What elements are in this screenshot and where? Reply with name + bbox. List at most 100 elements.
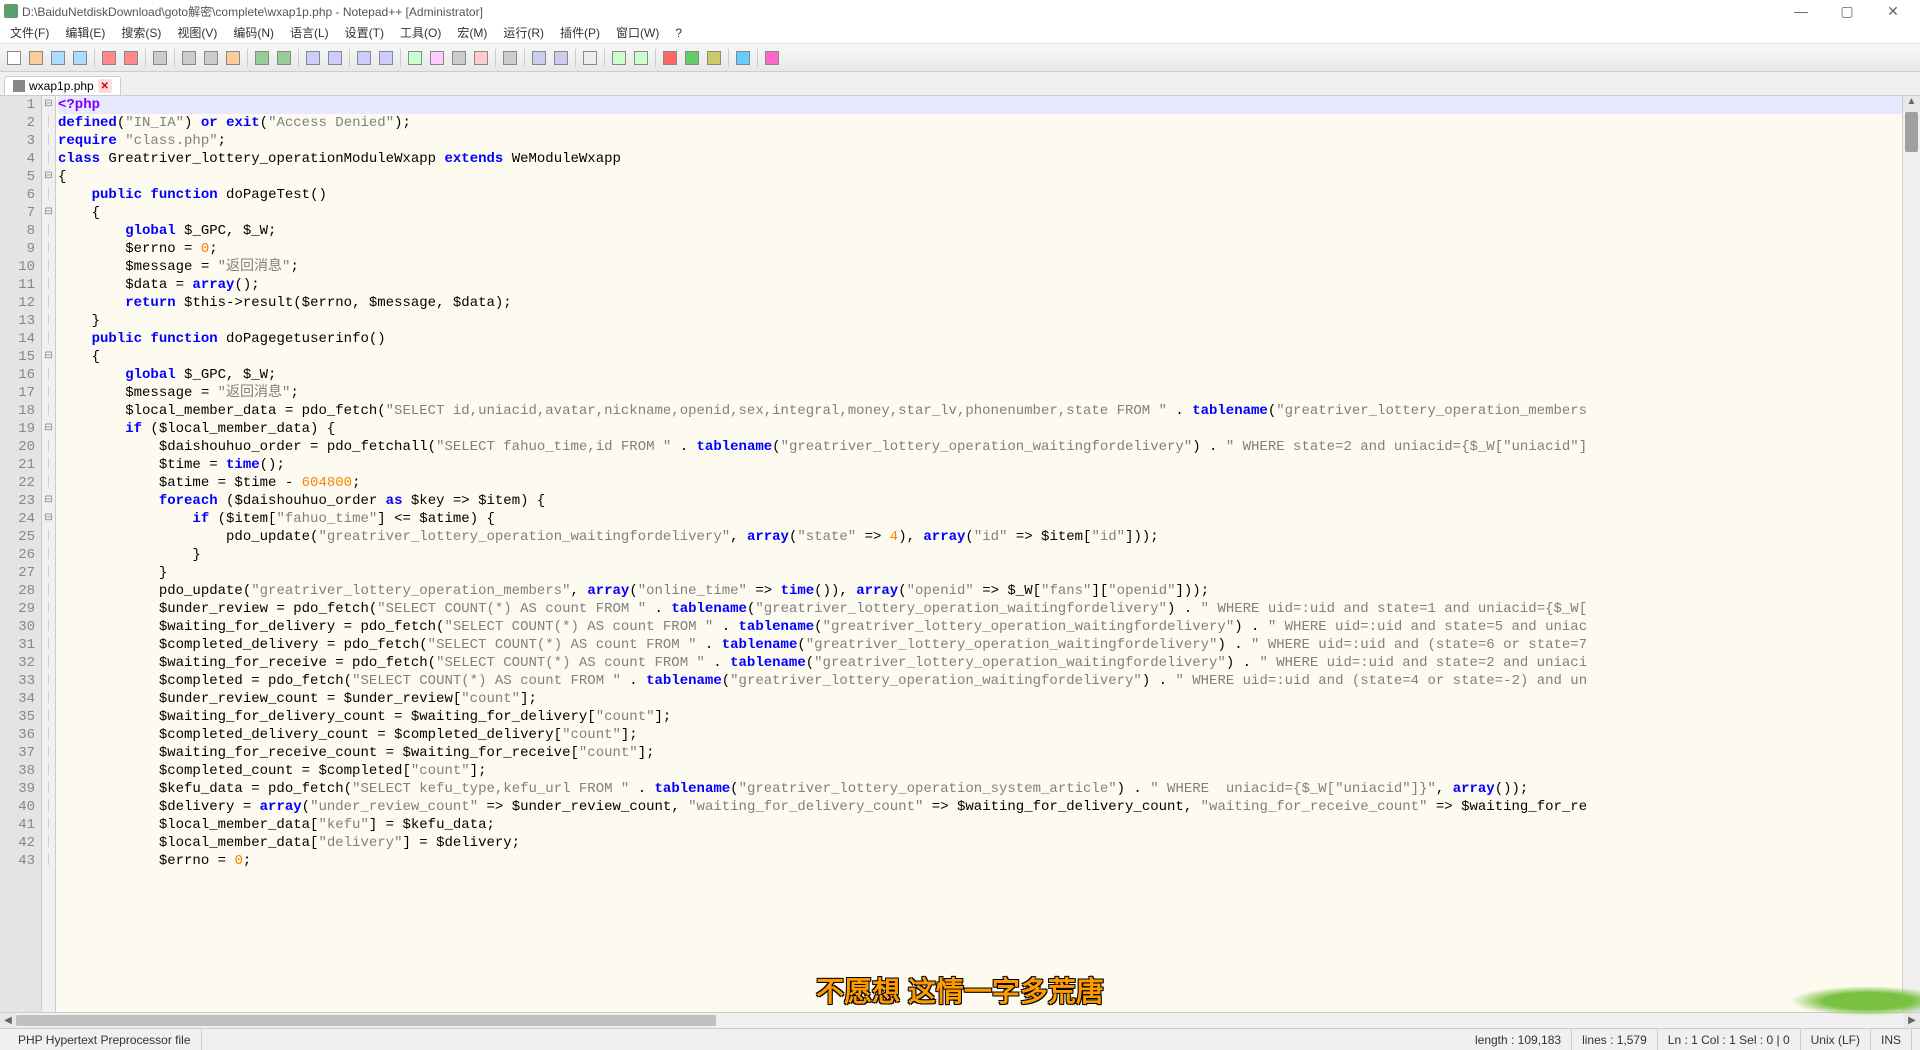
code-line[interactable]: $delivery = array("under_review_count" =… bbox=[58, 798, 1902, 816]
tab-active[interactable]: wxap1p.php ✕ bbox=[4, 76, 121, 95]
fold-marker[interactable] bbox=[42, 96, 55, 114]
guides-button[interactable] bbox=[449, 48, 469, 68]
minimize-button[interactable]: — bbox=[1778, 0, 1824, 22]
fold-marker[interactable] bbox=[42, 240, 55, 258]
menu-help[interactable]: ? bbox=[669, 24, 688, 42]
code-line[interactable]: $under_review_count = $under_review["cou… bbox=[58, 690, 1902, 708]
fold-marker[interactable] bbox=[42, 834, 55, 852]
fold-marker[interactable] bbox=[42, 366, 55, 384]
menu-macro[interactable]: 宏(M) bbox=[451, 22, 493, 43]
fold-marker[interactable] bbox=[42, 456, 55, 474]
code-line[interactable]: $errno = 0; bbox=[58, 240, 1902, 258]
fold-marker[interactable] bbox=[42, 726, 55, 744]
fold-marker[interactable] bbox=[42, 294, 55, 312]
spell-button[interactable] bbox=[762, 48, 782, 68]
fold-marker[interactable] bbox=[42, 528, 55, 546]
fold-marker[interactable] bbox=[42, 654, 55, 672]
code-line[interactable]: pdo_update("greatriver_lottery_operation… bbox=[58, 528, 1902, 546]
fold-marker[interactable] bbox=[42, 276, 55, 294]
code-line[interactable]: $time = time(); bbox=[58, 456, 1902, 474]
code-line[interactable]: $data = array(); bbox=[58, 276, 1902, 294]
menu-tools[interactable]: 工具(O) bbox=[394, 22, 447, 43]
fold-marker[interactable] bbox=[42, 222, 55, 240]
code-line[interactable]: $waiting_for_delivery_count = $waiting_f… bbox=[58, 708, 1902, 726]
paste-button[interactable] bbox=[223, 48, 243, 68]
code-line[interactable]: $local_member_data["delivery"] = $delive… bbox=[58, 834, 1902, 852]
code-line[interactable]: if ($item["fahuo_time"] <= $atime) { bbox=[58, 510, 1902, 528]
code-line[interactable]: if ($local_member_data) { bbox=[58, 420, 1902, 438]
replace-button[interactable] bbox=[325, 48, 345, 68]
code-line[interactable]: require "class.php"; bbox=[58, 132, 1902, 150]
fold-marker[interactable] bbox=[42, 600, 55, 618]
zoomin-button[interactable] bbox=[354, 48, 374, 68]
menu-search[interactable]: 搜索(S) bbox=[115, 22, 167, 43]
fold-marker[interactable] bbox=[42, 708, 55, 726]
fold-marker[interactable] bbox=[42, 330, 55, 348]
fold-marker[interactable] bbox=[42, 168, 55, 186]
sync-button[interactable] bbox=[405, 48, 425, 68]
code-area[interactable]: <?phpdefined("IN_IA") or exit("Access De… bbox=[56, 96, 1902, 1012]
find-button[interactable] bbox=[303, 48, 323, 68]
code-line[interactable]: { bbox=[58, 348, 1902, 366]
fold-marker[interactable] bbox=[42, 564, 55, 582]
fold-marker[interactable] bbox=[42, 816, 55, 834]
scroll-down-arrow[interactable]: ▼ bbox=[1903, 996, 1920, 1012]
menu-view[interactable]: 视图(V) bbox=[171, 22, 223, 43]
horizontal-scrollbar[interactable]: ◀ ▶ bbox=[0, 1012, 1920, 1028]
closeall-button[interactable] bbox=[121, 48, 141, 68]
fold-marker[interactable] bbox=[42, 438, 55, 456]
code-line[interactable]: <?php bbox=[58, 96, 1902, 114]
comment-button[interactable] bbox=[609, 48, 629, 68]
code-line[interactable]: } bbox=[58, 312, 1902, 330]
code-line[interactable]: return $this->result($errno, $message, $… bbox=[58, 294, 1902, 312]
code-line[interactable]: $completed_delivery_count = $completed_d… bbox=[58, 726, 1902, 744]
unfold-button[interactable] bbox=[551, 48, 571, 68]
stop-button[interactable] bbox=[704, 48, 724, 68]
fold-marker[interactable] bbox=[42, 204, 55, 222]
fold-marker[interactable] bbox=[42, 762, 55, 780]
code-line[interactable]: foreach ($daishouhuo_order as $key => $i… bbox=[58, 492, 1902, 510]
fold-marker[interactable] bbox=[42, 312, 55, 330]
code-line[interactable]: } bbox=[58, 546, 1902, 564]
code-line[interactable]: { bbox=[58, 168, 1902, 186]
code-line[interactable]: $waiting_for_delivery = pdo_fetch("SELEC… bbox=[58, 618, 1902, 636]
fold-marker[interactable] bbox=[42, 402, 55, 420]
fold-marker[interactable] bbox=[42, 636, 55, 654]
code-line[interactable]: $waiting_for_receive = pdo_fetch("SELECT… bbox=[58, 654, 1902, 672]
code-line[interactable]: $under_review = pdo_fetch("SELECT COUNT(… bbox=[58, 600, 1902, 618]
menu-language[interactable]: 语言(L) bbox=[284, 22, 335, 43]
code-line[interactable]: $daishouhuo_order = pdo_fetchall("SELECT… bbox=[58, 438, 1902, 456]
code-line[interactable]: $kefu_data = pdo_fetch("SELECT kefu_type… bbox=[58, 780, 1902, 798]
menu-edit[interactable]: 编辑(E) bbox=[59, 22, 111, 43]
save-button[interactable] bbox=[48, 48, 68, 68]
fold-marker[interactable] bbox=[42, 150, 55, 168]
fold-marker[interactable] bbox=[42, 132, 55, 150]
code-line[interactable]: global $_GPC, $_W; bbox=[58, 222, 1902, 240]
uncomment-button[interactable] bbox=[631, 48, 651, 68]
zoomout-button[interactable] bbox=[376, 48, 396, 68]
cut-button[interactable] bbox=[179, 48, 199, 68]
code-line[interactable]: $atime = $time - 604800; bbox=[58, 474, 1902, 492]
fold-button[interactable] bbox=[529, 48, 549, 68]
maximize-button[interactable]: ▢ bbox=[1824, 0, 1870, 22]
code-line[interactable]: $errno = 0; bbox=[58, 852, 1902, 870]
hide-button[interactable] bbox=[580, 48, 600, 68]
fold-marker[interactable] bbox=[42, 546, 55, 564]
fold-marker[interactable] bbox=[42, 384, 55, 402]
code-line[interactable]: { bbox=[58, 204, 1902, 222]
fold-marker[interactable] bbox=[42, 744, 55, 762]
menu-settings[interactable]: 设置(T) bbox=[339, 22, 390, 43]
menu-plugins[interactable]: 插件(P) bbox=[554, 22, 606, 43]
copy-button[interactable] bbox=[201, 48, 221, 68]
fold-marker[interactable] bbox=[42, 618, 55, 636]
menu-file[interactable]: 文件(F) bbox=[4, 22, 55, 43]
print-button[interactable] bbox=[150, 48, 170, 68]
code-line[interactable]: global $_GPC, $_W; bbox=[58, 366, 1902, 384]
code-line[interactable]: class Greatriver_lottery_operationModule… bbox=[58, 150, 1902, 168]
code-line[interactable]: $local_member_data["kefu"] = $kefu_data; bbox=[58, 816, 1902, 834]
code-line[interactable]: public function doPagegetuserinfo() bbox=[58, 330, 1902, 348]
saveall-button[interactable] bbox=[70, 48, 90, 68]
hscroll-right-arrow[interactable]: ▶ bbox=[1904, 1013, 1920, 1028]
fold-marker[interactable] bbox=[42, 690, 55, 708]
redo-button[interactable] bbox=[274, 48, 294, 68]
